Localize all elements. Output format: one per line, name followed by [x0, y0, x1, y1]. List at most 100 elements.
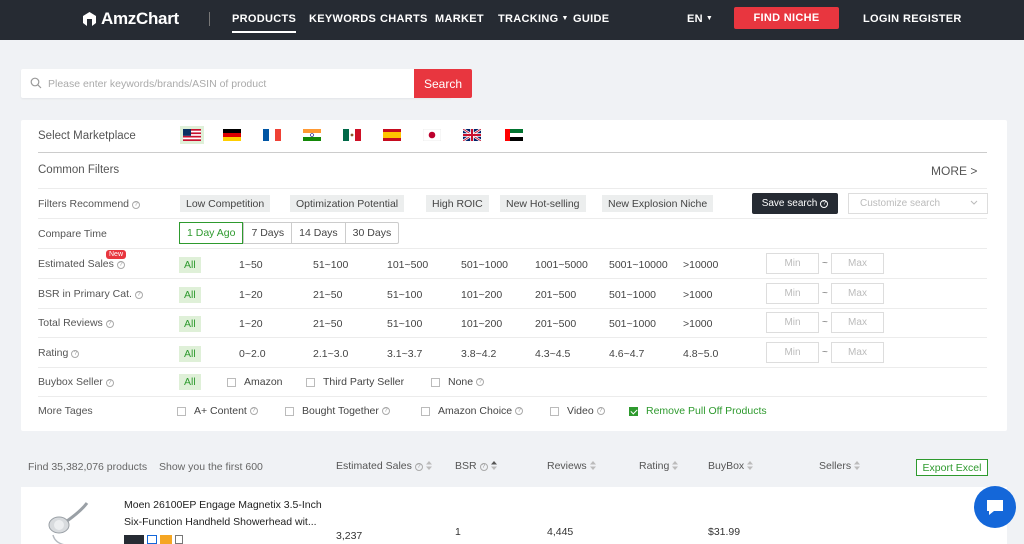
save-search-label: Save search [761, 198, 818, 209]
tag-remove-pull-off-checkbox[interactable]: Remove Pull Off Products [629, 405, 767, 417]
sales-option-all[interactable]: All [179, 257, 201, 273]
find-niche-button[interactable]: FIND NICHE [734, 7, 839, 29]
logo[interactable]: AmzChart [82, 9, 179, 29]
mx-flag-icon[interactable] [343, 129, 361, 141]
sort-icon [672, 461, 679, 470]
chat-button[interactable] [974, 486, 1016, 528]
uk-flag-icon[interactable] [463, 129, 481, 141]
reviews-option[interactable]: 1~20 [239, 318, 263, 330]
rating-option[interactable]: 4.8~5.0 [683, 348, 718, 360]
table-row[interactable]: Moen 26100EP Engage Magnetix 3.5-Inch Si… [21, 487, 1007, 544]
bsr-option[interactable]: 101~200 [461, 289, 502, 301]
es-flag-icon[interactable] [383, 129, 401, 141]
nav-divider [209, 12, 210, 26]
nav-charts[interactable]: CHARTS [380, 13, 428, 25]
reviews-option[interactable]: 201~500 [535, 318, 576, 330]
sales-min-input[interactable]: Min [766, 253, 819, 274]
fr-flag-icon[interactable] [263, 129, 281, 141]
search-button[interactable]: Search [414, 69, 472, 98]
export-excel-button[interactable]: Export Excel [916, 459, 988, 476]
compare-1-day[interactable]: 1 Day Ago [179, 222, 244, 244]
login-link[interactable]: LOGIN [863, 13, 899, 25]
tag-video-checkbox[interactable]: Video? [550, 405, 605, 417]
col-sellers[interactable]: Sellers [819, 460, 861, 472]
sales-option[interactable]: 5001~10000 [609, 259, 668, 271]
reviews-option-all[interactable]: All [179, 316, 201, 332]
de-flag-icon[interactable] [223, 129, 241, 141]
bsr-option[interactable]: 201~500 [535, 289, 576, 301]
language-selector[interactable]: EN ▼ [687, 13, 713, 25]
col-buybox[interactable]: BuyBox [708, 460, 754, 472]
register-link[interactable]: REGISTER [903, 13, 962, 25]
nav-market[interactable]: MARKET [435, 13, 484, 25]
compare-14-days[interactable]: 14 Days [291, 223, 345, 243]
chip-low-competition[interactable]: Low Competition [180, 195, 271, 212]
rating-max-input[interactable]: Max [831, 342, 884, 363]
rating-option[interactable]: 4.3~4.5 [535, 348, 570, 360]
reviews-option[interactable]: 51~100 [387, 318, 422, 330]
bsr-option[interactable]: 21~50 [313, 289, 343, 301]
bsr-min-input[interactable]: Min [766, 283, 819, 304]
col-estimated-sales[interactable]: Estimated Sales? [336, 460, 432, 472]
tag-amazon-choice-checkbox[interactable]: Amazon Choice? [421, 405, 524, 417]
bsr-option[interactable]: 1~20 [239, 289, 263, 301]
nav-keywords[interactable]: KEYWORDS [309, 13, 376, 25]
bsr-max-input[interactable]: Max [831, 283, 884, 304]
reviews-option[interactable]: 501~1000 [609, 318, 656, 330]
chip-new-explosion-niche[interactable]: New Explosion Niche [602, 195, 714, 212]
customize-search-select[interactable]: Customize search [848, 193, 988, 214]
nav-tracking[interactable]: TRACKING ▼ [498, 13, 569, 25]
chip-high-roic[interactable]: High ROIC [426, 195, 489, 212]
rating-option[interactable]: 3.1~3.7 [387, 348, 422, 360]
us-flag-icon[interactable] [180, 126, 204, 144]
chip-optimization-potential[interactable]: Optimization Potential [290, 195, 405, 212]
jp-flag-icon[interactable] [423, 129, 441, 141]
bsr-option[interactable]: 501~1000 [609, 289, 656, 301]
tag-a-plus-content-checkbox[interactable]: A+ Content? [177, 405, 258, 417]
rating-option[interactable]: 2.1~3.0 [313, 348, 348, 360]
compare-7-days[interactable]: 7 Days [243, 223, 291, 243]
help-icon: ? [515, 407, 524, 415]
video-icon [175, 535, 183, 544]
more-filters-link[interactable]: MORE > [931, 164, 977, 178]
chip-new-hot-selling[interactable]: New Hot-selling [500, 195, 586, 212]
compare-30-days[interactable]: 30 Days [344, 223, 399, 243]
rating-option[interactable]: 0~2.0 [239, 348, 266, 360]
rating-option-all[interactable]: All [179, 346, 201, 362]
rating-min-input[interactable]: Min [766, 342, 819, 363]
sales-option[interactable]: 1001~5000 [535, 259, 588, 271]
col-rating[interactable]: Rating [639, 460, 679, 472]
col-reviews[interactable]: Reviews [547, 460, 596, 472]
rating-option[interactable]: 4.6~4.7 [609, 348, 644, 360]
rating-option[interactable]: 3.8~4.2 [461, 348, 496, 360]
reviews-max-input[interactable]: Max [831, 312, 884, 333]
search-input[interactable] [48, 69, 408, 98]
sales-option[interactable]: 101~500 [387, 259, 428, 271]
nav-guide[interactable]: GUIDE [573, 13, 609, 25]
sales-max-input[interactable]: Max [831, 253, 884, 274]
rating-text: Rating [38, 347, 69, 359]
sales-option[interactable]: 1~50 [239, 259, 263, 271]
reviews-min-input[interactable]: Min [766, 312, 819, 333]
save-search-button[interactable]: Save search? [752, 193, 838, 214]
tag-bought-together-checkbox[interactable]: Bought Together? [285, 405, 390, 417]
product-title[interactable]: Moen 26100EP Engage Magnetix 3.5-Inch Si… [124, 497, 324, 531]
sales-option[interactable]: >10000 [683, 259, 718, 271]
bsr-option[interactable]: 51~100 [387, 289, 422, 301]
in-flag-icon[interactable] [303, 129, 321, 141]
bsr-option[interactable]: >1000 [683, 289, 713, 301]
reviews-option[interactable]: 21~50 [313, 318, 343, 330]
buybox-option-all[interactable]: All [179, 374, 201, 390]
buybox-amazon-checkbox[interactable]: Amazon [227, 376, 283, 388]
sales-option[interactable]: 501~1000 [461, 259, 508, 271]
col-bsr[interactable]: BSR? [455, 460, 497, 472]
ae-flag-icon[interactable] [505, 129, 523, 141]
bsr-option-all[interactable]: All [179, 287, 201, 303]
product-image[interactable] [45, 501, 95, 544]
reviews-option[interactable]: >1000 [683, 318, 713, 330]
buybox-third-party-checkbox[interactable]: Third Party Seller [306, 376, 404, 388]
reviews-option[interactable]: 101~200 [461, 318, 502, 330]
sales-option[interactable]: 51~100 [313, 259, 348, 271]
buybox-none-checkbox[interactable]: None? [431, 376, 485, 388]
nav-products[interactable]: PRODUCTS [232, 13, 297, 33]
